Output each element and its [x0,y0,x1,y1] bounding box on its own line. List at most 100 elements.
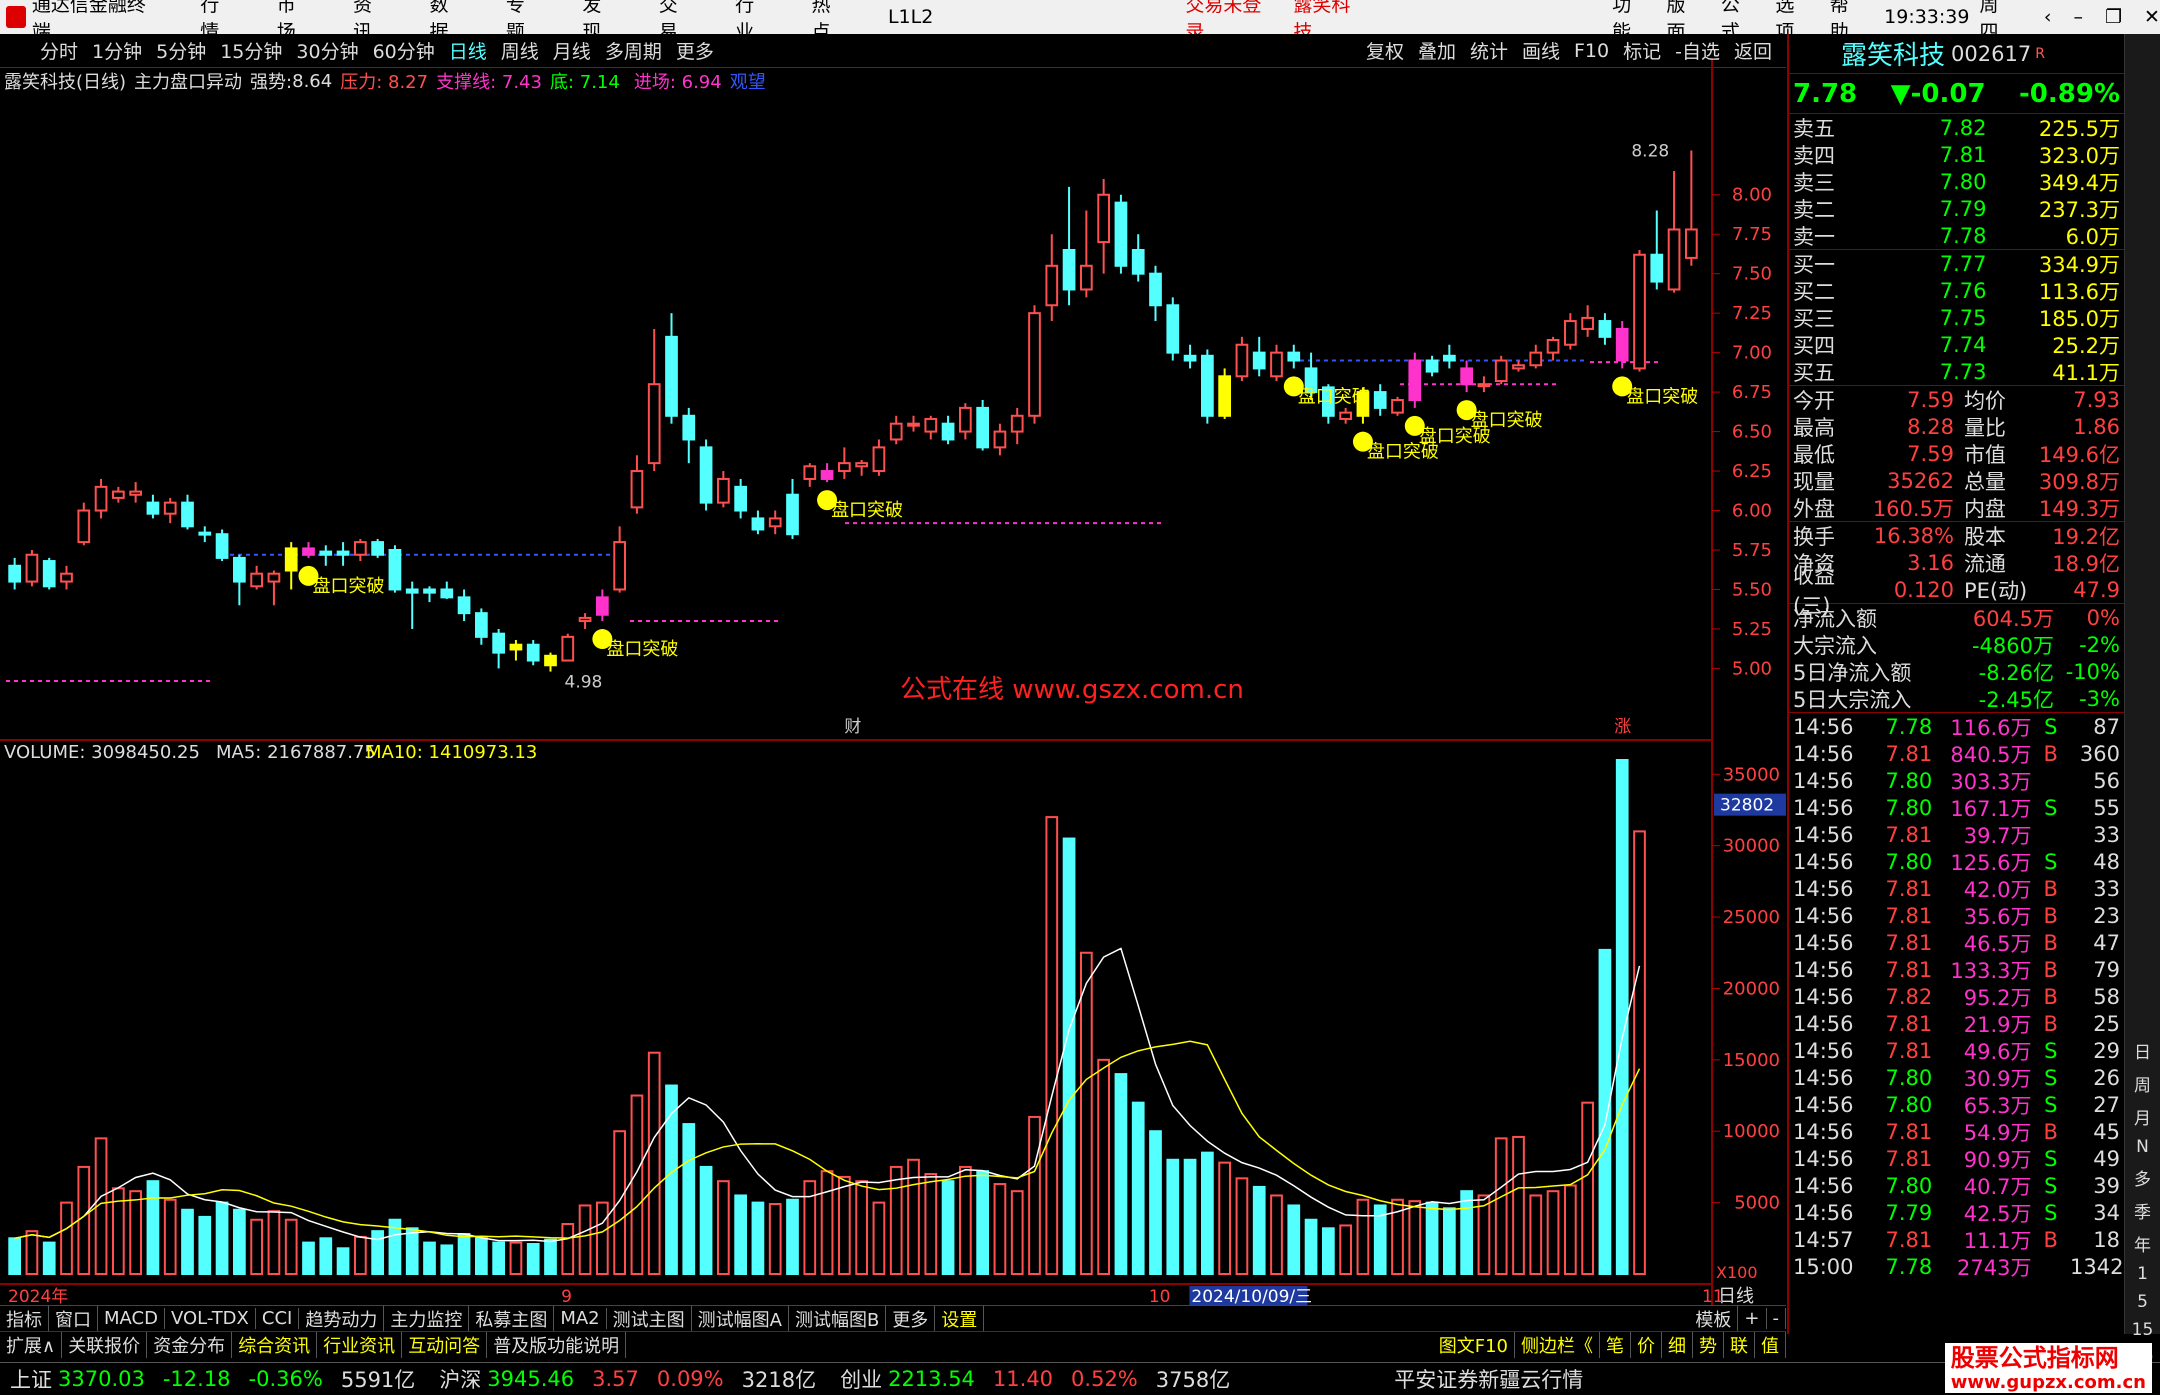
candle-body[interactable] [457,596,471,615]
candle-body[interactable] [163,501,177,515]
volume-bar[interactable] [699,1165,713,1275]
candle-body[interactable] [1028,312,1041,417]
volume-bar[interactable] [1252,1185,1266,1275]
volume-bar[interactable] [1425,1201,1439,1275]
extension-tab[interactable]: 互动问答 [402,1332,488,1358]
candle-body[interactable] [42,560,56,588]
volume-bar[interactable] [924,1173,938,1275]
tick-row[interactable]: 14:56 7.81 90.9万 S 49 [1789,1145,2124,1172]
candle-body[interactable] [907,422,920,427]
tick-row[interactable]: 14:56 7.80 125.6万 S 48 [1789,848,2124,875]
restore-icon[interactable]: ❐ [2105,6,2122,28]
candle-body[interactable] [1270,351,1283,378]
sidebar-tab[interactable]: 笔 [1600,1332,1631,1358]
extension-tab[interactable]: 扩展∧ [0,1332,63,1358]
tick-row[interactable]: 14:56 7.80 30.9万 S 26 [1789,1064,2124,1091]
tick-row[interactable]: 14:56 7.79 42.5万 S 34 [1789,1199,2124,1226]
candle-body[interactable] [1529,351,1543,367]
volume-bar[interactable] [1581,1101,1595,1275]
candle-body[interactable] [353,541,367,556]
candle-body[interactable] [1218,375,1232,417]
tick-row[interactable]: 14:56 7.78 116.6万 S 87 [1789,713,2124,740]
candle-body[interactable] [423,588,436,594]
candle-body[interactable] [595,596,609,616]
candle-body[interactable] [94,485,108,512]
candle-body[interactable] [250,572,264,588]
candle-body[interactable] [492,632,506,654]
tick-row[interactable]: 14:57 7.81 11.1万 B 18 [1789,1226,2124,1253]
candle-body[interactable] [803,465,817,480]
candle-body[interactable] [146,501,160,515]
volume-bar[interactable] [302,1241,315,1275]
bid-row[interactable]: 买一 7.77 334.9万 [1789,250,2124,277]
btn-f10[interactable]: F10 [1574,40,1609,62]
volume-bar[interactable] [768,1203,782,1276]
template-button[interactable]: 模板 [1689,1305,1739,1332]
candle-body[interactable] [1131,249,1145,275]
ask-row[interactable]: 卖三 7.80 349.4万 [1789,168,2124,195]
ask-row[interactable]: 卖五 7.82 225.5万 [1789,114,2124,141]
template-button[interactable]: - [1767,1308,1786,1329]
bid-row[interactable]: 买二 7.76 113.6万 [1789,277,2124,304]
candle-body[interactable] [682,414,696,441]
side-period-button[interactable]: 1 [2137,1264,2148,1284]
tick-row[interactable]: 14:56 7.80 65.3万 S 27 [1789,1091,2124,1118]
candle-body[interactable] [1062,249,1076,291]
candle-body[interactable] [111,490,125,499]
volume-bar[interactable] [889,1165,903,1275]
extension-tab[interactable]: 普及版功能说明 [487,1332,627,1358]
side-period-button[interactable]: 15 [2132,1320,2154,1340]
candle-body[interactable] [1079,264,1093,291]
candle-body[interactable] [820,470,834,480]
ask-row[interactable]: 卖二 7.79 237.3万 [1789,195,2124,222]
back-arrow-icon[interactable]: ‹ [2044,6,2052,28]
tick-row[interactable]: 14:56 7.81 42.0万 B 33 [1789,875,2124,902]
volume-bar[interactable] [1131,1101,1145,1275]
volume-bar[interactable] [25,1230,39,1275]
candle-body[interactable] [1166,304,1180,354]
candle-body[interactable] [837,462,851,473]
side-period-button[interactable]: 年 [2134,1231,2151,1256]
candle-body[interactable] [474,612,488,638]
candle-body[interactable] [60,572,73,583]
volume-bar[interactable] [8,1237,22,1275]
candle-body[interactable] [1339,411,1353,420]
volume-bar[interactable] [1563,1184,1577,1276]
minimize-icon[interactable]: – [2074,6,2084,28]
volume-bar[interactable] [336,1247,350,1276]
volume-bar[interactable] [1028,1115,1041,1276]
volume-bar[interactable] [1183,1158,1197,1276]
volume-bar[interactable] [1598,948,1612,1276]
candle-body[interactable] [526,643,540,662]
tick-row[interactable]: 14:56 7.80 40.7万 S 39 [1789,1172,2124,1199]
volume-bar[interactable] [993,1183,1007,1276]
sz-index-name[interactable]: 沪深 [439,1364,481,1394]
volume-bar[interactable] [474,1237,488,1275]
volume-bar[interactable] [630,1094,644,1276]
candle-body[interactable] [129,490,143,496]
candle-body[interactable] [1684,228,1698,259]
sidebar-tab[interactable]: 细 [1662,1332,1693,1358]
candle-body[interactable] [1045,264,1059,307]
volume-bar[interactable] [198,1215,212,1276]
volume-bar[interactable] [146,1180,160,1276]
volume-bar[interactable] [1546,1190,1560,1275]
volume-bar[interactable] [1512,1135,1525,1276]
tick-row[interactable]: 14:56 7.81 35.6万 B 23 [1789,902,2124,929]
volume-bar[interactable] [1356,1198,1370,1276]
candle-body[interactable] [1615,327,1629,362]
candle-body[interactable] [699,446,713,504]
volume-bar[interactable] [786,1198,799,1276]
volume-bar[interactable] [1045,816,1059,1275]
tick-row[interactable]: 14:56 7.81 133.3万 B 79 [1789,956,2124,983]
volume-bar[interactable] [319,1237,333,1275]
candle-body[interactable] [1149,272,1162,307]
volume-bar[interactable] [1062,837,1076,1275]
candle-body[interactable] [1650,253,1664,283]
volume-bar[interactable] [1442,1207,1456,1276]
candle-body[interactable] [215,533,229,559]
kline-plot[interactable]: 盘口突破盘口突破盘口突破盘口突破盘口突破盘口突破盘口突破盘口突破8.284.98… [6,142,1698,737]
indicator-tab[interactable]: VOL-TDX [165,1308,256,1329]
candle-body[interactable] [77,509,91,544]
volume-bar[interactable] [976,1170,990,1275]
